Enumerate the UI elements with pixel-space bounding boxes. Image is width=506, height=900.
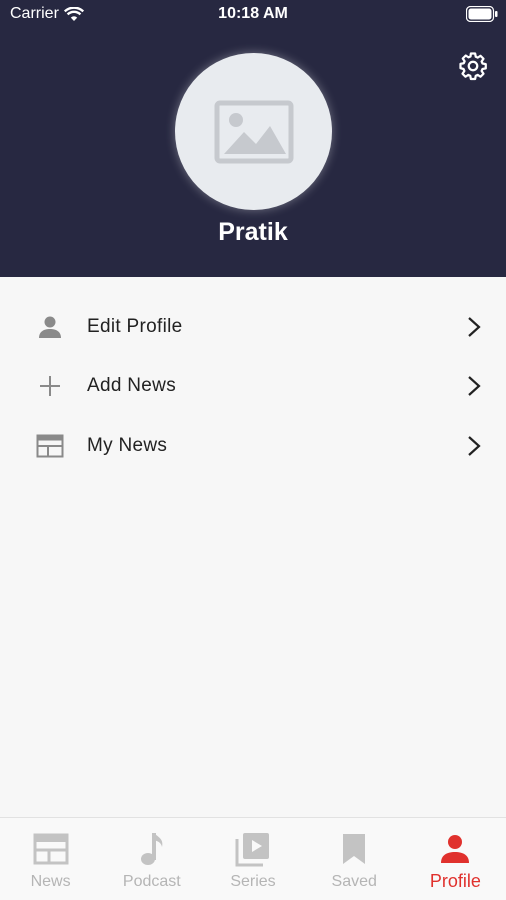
tab-profile[interactable]: Profile: [405, 818, 506, 900]
plus-icon: [36, 372, 64, 400]
newspaper-icon: [32, 830, 70, 868]
person-icon: [36, 313, 64, 341]
tab-series[interactable]: Series: [202, 818, 303, 900]
profile-name: Pratik: [218, 218, 288, 246]
video-stack-icon: [234, 830, 272, 868]
menu-item-label: Edit Profile: [87, 315, 183, 337]
chevron-right-icon: [468, 435, 481, 456]
music-note-icon: [133, 830, 171, 868]
settings-gear-icon[interactable]: [458, 51, 488, 81]
battery-icon: [466, 6, 498, 22]
tab-label: Podcast: [122, 873, 181, 890]
tab-podcast[interactable]: Podcast: [101, 818, 202, 900]
tab-label: Series: [230, 873, 276, 890]
menu-item-label: My News: [87, 434, 168, 456]
profile-header: Carrier 10:18 AM Pratik: [0, 0, 506, 277]
bookmark-icon: [335, 830, 373, 868]
tab-label: Profile: [429, 871, 481, 891]
tab-news[interactable]: News: [0, 818, 101, 900]
tab-bar: News Podcast Series Saved Profile: [0, 817, 506, 900]
status-bar: Carrier 10:18 AM: [0, 0, 506, 30]
menu-item-label: Add News: [87, 375, 176, 397]
person-icon: [436, 830, 474, 868]
chevron-right-icon: [468, 316, 481, 337]
menu-item-add-news[interactable]: Add News: [0, 357, 506, 417]
tab-label: News: [30, 873, 71, 890]
profile-menu: Edit Profile Add News My News: [0, 297, 506, 476]
avatar[interactable]: [175, 53, 332, 210]
tab-label: Saved: [331, 873, 377, 890]
status-time: 10:18 AM: [218, 5, 288, 22]
menu-item-edit-profile[interactable]: Edit Profile: [0, 297, 506, 357]
tab-saved[interactable]: Saved: [304, 818, 405, 900]
menu-item-my-news[interactable]: My News: [0, 416, 506, 476]
image-placeholder-icon: [214, 100, 293, 163]
news-icon: [36, 432, 64, 460]
chevron-right-icon: [468, 376, 481, 397]
